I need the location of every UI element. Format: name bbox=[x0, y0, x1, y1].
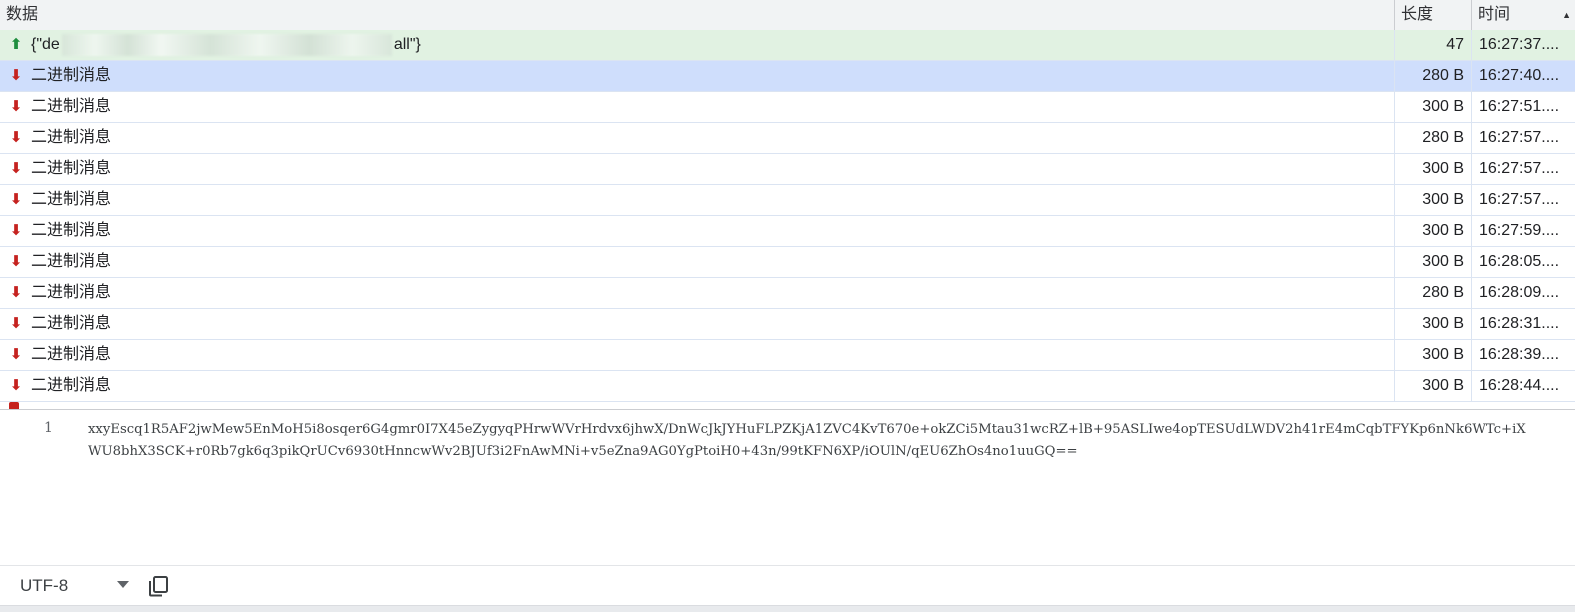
message-text: 二进制消息 bbox=[31, 377, 112, 394]
message-text: 二进制消息 bbox=[31, 98, 112, 115]
arrow-down-icon: ⬇ bbox=[9, 284, 23, 301]
message-data: ⬇ 二进制消息 bbox=[0, 278, 1394, 308]
message-time: 16:27:59.... bbox=[1471, 216, 1575, 246]
message-text: 二进制消息 bbox=[31, 315, 112, 332]
message-data: ⬇ 二进制消息 bbox=[0, 216, 1394, 246]
content-line: WU8bhX3SCK+r0Rb7gk6q3pikQrUCv6930tHnncwW… bbox=[88, 444, 1078, 459]
arrow-down-icon: ⬇ bbox=[9, 222, 23, 239]
message-length: 300 B bbox=[1394, 340, 1471, 370]
message-row[interactable]: ⬇ 二进制消息 280 B 16:27:57.... bbox=[0, 123, 1575, 154]
arrow-down-icon: ⬇ bbox=[9, 253, 23, 270]
arrow-down-icon: ⬇ bbox=[9, 315, 23, 332]
message-row[interactable]: ⬇ 二进制消息 300 B 16:27:59.... bbox=[0, 216, 1575, 247]
copy-icon[interactable] bbox=[147, 575, 169, 597]
arrow-down-icon: ⬇ bbox=[9, 191, 23, 208]
message-data: ⬇ 二进制消息 bbox=[0, 340, 1394, 370]
chevron-down-icon[interactable] bbox=[117, 581, 129, 588]
message-text: 二进制消息 bbox=[31, 346, 112, 363]
status-bar bbox=[0, 605, 1575, 612]
message-length: 280 B bbox=[1394, 123, 1471, 153]
message-row[interactable]: ⬇ 二进制消息 300 B 16:28:05.... bbox=[0, 247, 1575, 278]
column-header-length[interactable]: 长度 bbox=[1394, 0, 1471, 30]
message-text: 二进制消息 bbox=[31, 191, 112, 208]
message-text-start: {"de bbox=[31, 36, 60, 53]
message-data: ⬇ 二进制消息 bbox=[0, 371, 1394, 401]
message-length: 300 B bbox=[1394, 309, 1471, 339]
partial-message-row[interactable] bbox=[0, 402, 1575, 409]
content-line: xxyEscq1R5AF2jwMew5EnMoH5i8osqer6G4gmr0I… bbox=[88, 422, 1526, 437]
message-row[interactable]: ⬇ 二进制消息 280 B 16:27:40.... bbox=[0, 61, 1575, 92]
message-length: 300 B bbox=[1394, 371, 1471, 401]
sort-ascending-icon: ▲ bbox=[1562, 10, 1571, 20]
message-text: 二进制消息 bbox=[31, 67, 112, 84]
message-length: 300 B bbox=[1394, 185, 1471, 215]
message-data: ⬇ 二进制消息 bbox=[0, 185, 1394, 215]
arrow-down-icon: ⬇ bbox=[9, 67, 23, 84]
arrow-down-icon: ⬇ bbox=[9, 160, 23, 177]
message-data: ⬇ 二进制消息 bbox=[0, 92, 1394, 122]
message-text: 二进制消息 bbox=[31, 284, 112, 301]
message-content[interactable]: xxyEscq1R5AF2jwMew5EnMoH5i8osqer6G4gmr0I… bbox=[88, 419, 1568, 463]
message-time: 16:27:57.... bbox=[1471, 123, 1575, 153]
message-text: 二进制消息 bbox=[31, 222, 112, 239]
message-row[interactable]: ⬇ 二进制消息 280 B 16:28:09.... bbox=[0, 278, 1575, 309]
message-text: 二进制消息 bbox=[31, 160, 112, 177]
message-time: 16:28:09.... bbox=[1471, 278, 1575, 308]
message-text: 二进制消息 bbox=[31, 253, 112, 270]
message-data: ⬇ 二进制消息 bbox=[0, 309, 1394, 339]
message-row[interactable]: ⬇ 二进制消息 300 B 16:28:31.... bbox=[0, 309, 1575, 340]
column-header-data[interactable]: 数据 bbox=[0, 0, 1394, 30]
websocket-messages-panel: 数据 长度 时间 ▲ ⬆ {"de all"} 47 16:27:37.... ⬇ 二进制消… bbox=[0, 0, 1575, 612]
message-row[interactable]: ⬇ 二进制消息 300 B 16:28:44.... bbox=[0, 371, 1575, 402]
message-row[interactable]: ⬆ {"de all"} 47 16:27:37.... bbox=[0, 30, 1575, 61]
message-time: 16:27:40.... bbox=[1471, 61, 1575, 91]
message-data: ⬇ 二进制消息 bbox=[0, 123, 1394, 153]
message-length: 280 B bbox=[1394, 61, 1471, 91]
message-data: ⬆ {"de all"} bbox=[0, 30, 1394, 60]
message-row[interactable]: ⬇ 二进制消息 300 B 16:27:57.... bbox=[0, 154, 1575, 185]
arrow-down-icon bbox=[9, 402, 19, 409]
message-time: 16:28:05.... bbox=[1471, 247, 1575, 277]
message-row[interactable]: ⬇ 二进制消息 300 B 16:28:39.... bbox=[0, 340, 1575, 371]
message-length: 47 bbox=[1394, 30, 1471, 60]
message-time: 16:27:51.... bbox=[1471, 92, 1575, 122]
messages-table: 数据 长度 时间 ▲ ⬆ {"de all"} 47 16:27:37.... ⬇ 二进制消… bbox=[0, 0, 1575, 410]
message-length: 300 B bbox=[1394, 216, 1471, 246]
message-length: 300 B bbox=[1394, 154, 1471, 184]
message-row[interactable]: ⬇ 二进制消息 300 B 16:27:51.... bbox=[0, 92, 1575, 123]
arrow-down-icon: ⬇ bbox=[9, 129, 23, 146]
redacted-content bbox=[61, 33, 392, 56]
arrow-down-icon: ⬇ bbox=[9, 98, 23, 115]
message-data: ⬇ 二进制消息 bbox=[0, 61, 1394, 91]
arrow-down-icon: ⬇ bbox=[9, 377, 23, 394]
line-number: 1 bbox=[44, 420, 53, 436]
message-text: 二进制消息 bbox=[31, 129, 112, 146]
message-data: ⬇ 二进制消息 bbox=[0, 247, 1394, 277]
message-text-end: all"} bbox=[393, 36, 421, 53]
detail-toolbar: UTF-8 bbox=[0, 565, 1575, 606]
message-row[interactable]: ⬇ 二进制消息 300 B 16:27:57.... bbox=[0, 185, 1575, 216]
message-time: 16:28:31.... bbox=[1471, 309, 1575, 339]
message-time: 16:27:57.... bbox=[1471, 185, 1575, 215]
message-rows: ⬆ {"de all"} 47 16:27:37.... ⬇ 二进制消息 280 B 16:27… bbox=[0, 30, 1575, 402]
message-length: 300 B bbox=[1394, 92, 1471, 122]
column-header-time[interactable]: 时间 ▲ bbox=[1471, 0, 1575, 30]
message-detail-pane[interactable]: 1 xxyEscq1R5AF2jwMew5EnMoH5i8osqer6G4gmr… bbox=[0, 410, 1575, 565]
message-length: 280 B bbox=[1394, 278, 1471, 308]
message-time: 16:27:57.... bbox=[1471, 154, 1575, 184]
arrow-down-icon: ⬇ bbox=[9, 346, 23, 363]
arrow-up-icon: ⬆ bbox=[9, 36, 23, 53]
encoding-select[interactable]: UTF-8 bbox=[20, 566, 68, 606]
message-time: 16:28:39.... bbox=[1471, 340, 1575, 370]
message-time: 16:27:37.... bbox=[1471, 30, 1575, 60]
message-time: 16:28:44.... bbox=[1471, 371, 1575, 401]
message-data: ⬇ 二进制消息 bbox=[0, 154, 1394, 184]
table-header: 数据 长度 时间 ▲ bbox=[0, 0, 1575, 31]
message-length: 300 B bbox=[1394, 247, 1471, 277]
column-header-time-label: 时间 bbox=[1478, 6, 1511, 23]
